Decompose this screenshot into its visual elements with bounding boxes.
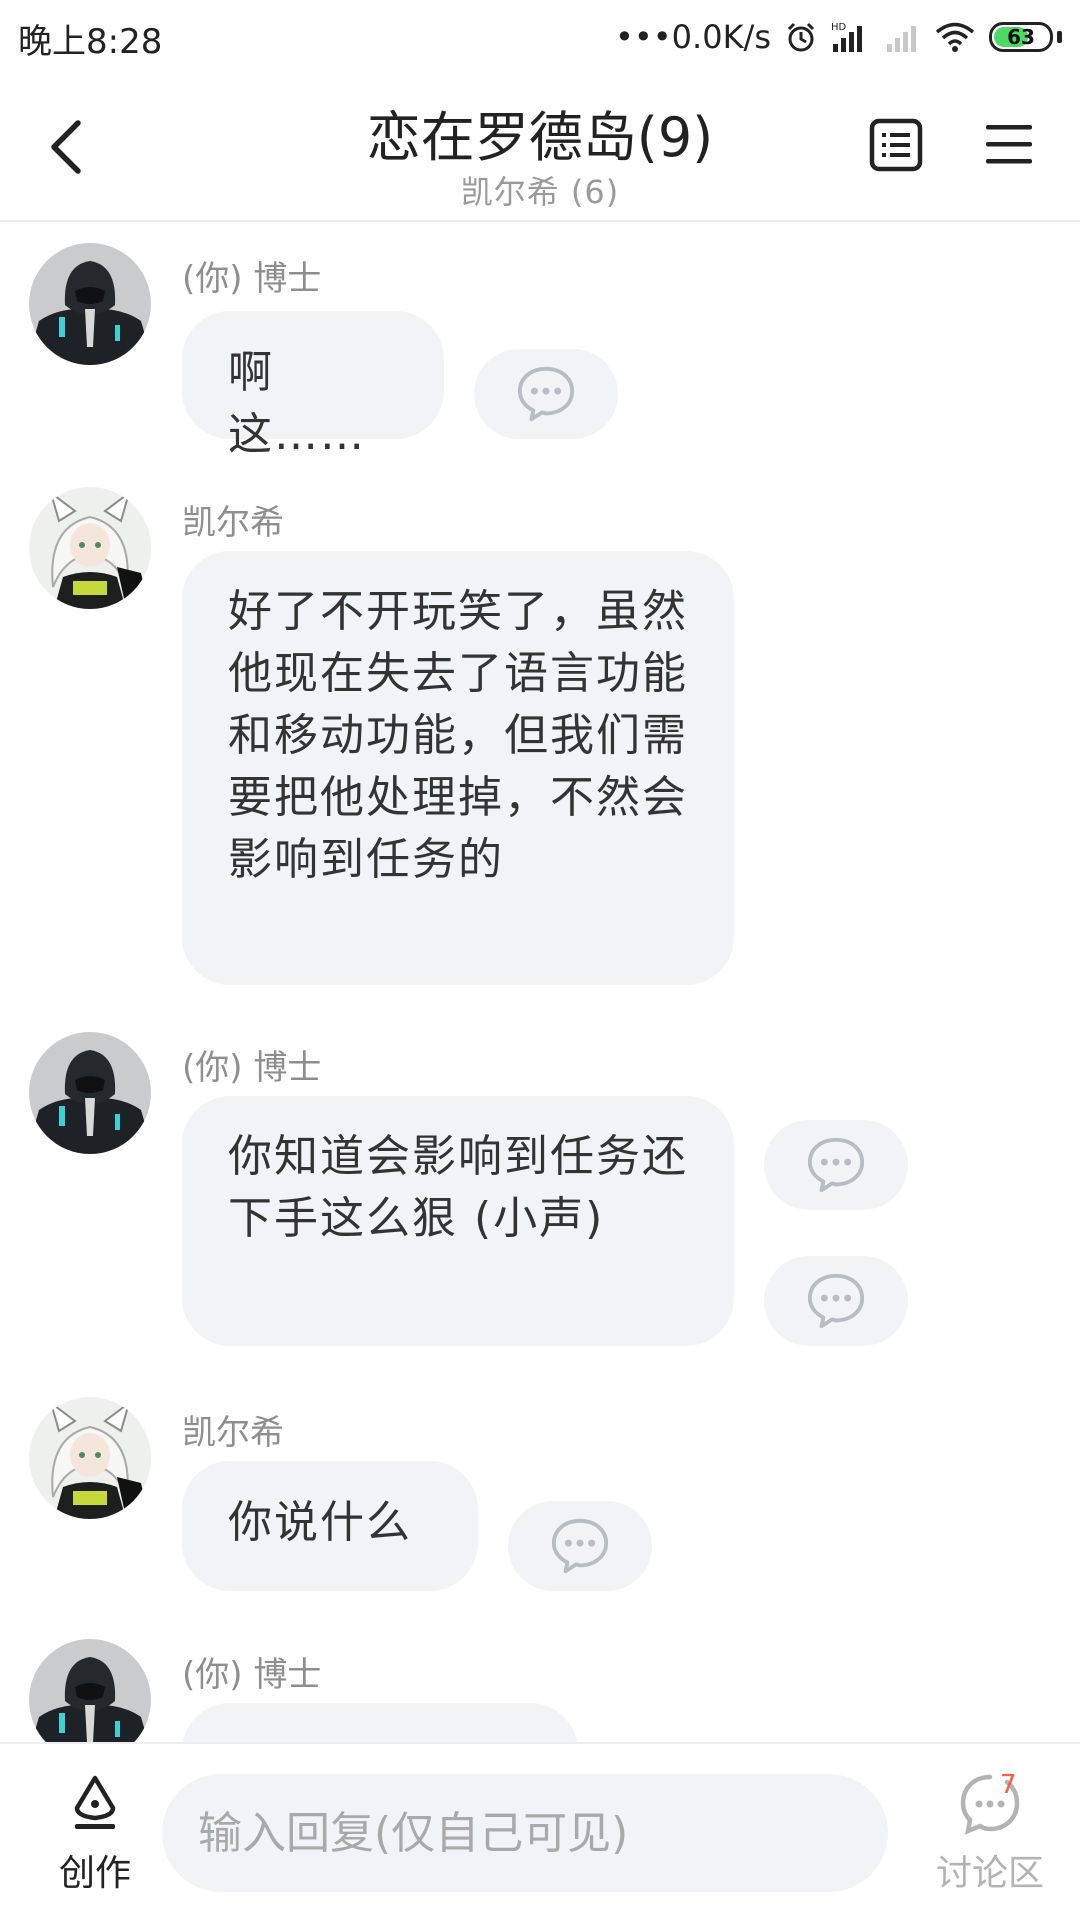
comment-icon <box>515 363 577 425</box>
comment-icon <box>805 1134 867 1196</box>
avatar[interactable] <box>29 243 151 365</box>
status-time: 晚上8:28 <box>18 22 163 62</box>
sender-name: 凯尔希 <box>182 503 284 543</box>
comment-button[interactable] <box>508 1501 652 1591</box>
battery-percent: 63 <box>1007 25 1035 49</box>
comment-icon <box>805 1270 867 1332</box>
comment-icon <box>549 1515 611 1577</box>
message-bubble: 好了不开玩笑了，虽然他现在失去了语言功能和移动功能，但我们需要把他处理掉，不然会… <box>182 551 734 985</box>
chat-header: 恋在罗德岛(9) 凯尔希 (6) <box>0 75 1080 222</box>
avatar[interactable] <box>29 487 151 609</box>
avatar-image <box>29 1397 151 1519</box>
message-bubble: 你说什么 <box>182 1461 478 1591</box>
avatar-image <box>29 1032 151 1154</box>
sender-name: (你) 博士 <box>182 259 322 299</box>
comment-button[interactable] <box>764 1120 908 1210</box>
avatar-image <box>29 243 151 365</box>
wifi-icon <box>935 22 975 52</box>
avatar[interactable] <box>29 1639 151 1742</box>
chat-subtitle: 凯尔希 (6) <box>460 173 620 211</box>
avatar-image <box>29 487 151 609</box>
create-button[interactable]: 创作 <box>40 1774 150 1914</box>
reply-input[interactable] <box>162 1774 888 1892</box>
catalog-button[interactable] <box>868 117 924 173</box>
message-bubble: 你知道会影响到任务还下手这么狠 (小声) <box>182 1096 734 1346</box>
menu-button[interactable] <box>984 119 1034 169</box>
battery-tip <box>1057 31 1062 43</box>
status-bar: 晚上8:28 •••0.0K/s HD 63 <box>0 0 1080 75</box>
create-label: 创作 <box>58 1853 131 1894</box>
bottom-bar: 创作 7 讨论区 <box>0 1742 1080 1922</box>
avatar-image <box>29 1639 151 1742</box>
sender-name: 凯尔希 <box>182 1413 284 1453</box>
sender-name: (你) 博士 <box>182 1048 322 1088</box>
discussion-count-badge: 7 <box>1000 1770 1017 1800</box>
pen-nib-icon <box>74 1775 116 1829</box>
menu-icon <box>986 125 1032 164</box>
avatar[interactable] <box>29 1032 151 1154</box>
comment-button[interactable] <box>474 349 618 439</box>
svg-text:HD: HD <box>831 22 847 33</box>
network-speed: •••0.0K/s <box>615 18 771 56</box>
message-bubble: 啊这…… <box>182 311 444 460</box>
discussion-button[interactable]: 7 讨论区 <box>920 1770 1060 1912</box>
sender-name: (你) 博士 <box>182 1655 322 1695</box>
discussion-label: 讨论区 <box>935 1853 1044 1894</box>
message-bubble <box>182 1703 578 1742</box>
chat-list[interactable]: (你) 博士 啊这…… 凯尔希 好了不开玩笑了，虽然他现在失去了语言功能和移动功… <box>0 222 1080 1742</box>
signal-off-icon <box>887 26 916 52</box>
list-icon <box>869 118 923 172</box>
avatar[interactable] <box>29 1397 151 1519</box>
battery-icon: 63 <box>989 22 1053 52</box>
comment-button[interactable] <box>764 1256 908 1346</box>
hd-signal-icon: HD <box>831 22 862 52</box>
status-icons: •••0.0K/s HD 63 <box>615 12 1062 62</box>
alarm-icon <box>787 22 815 52</box>
